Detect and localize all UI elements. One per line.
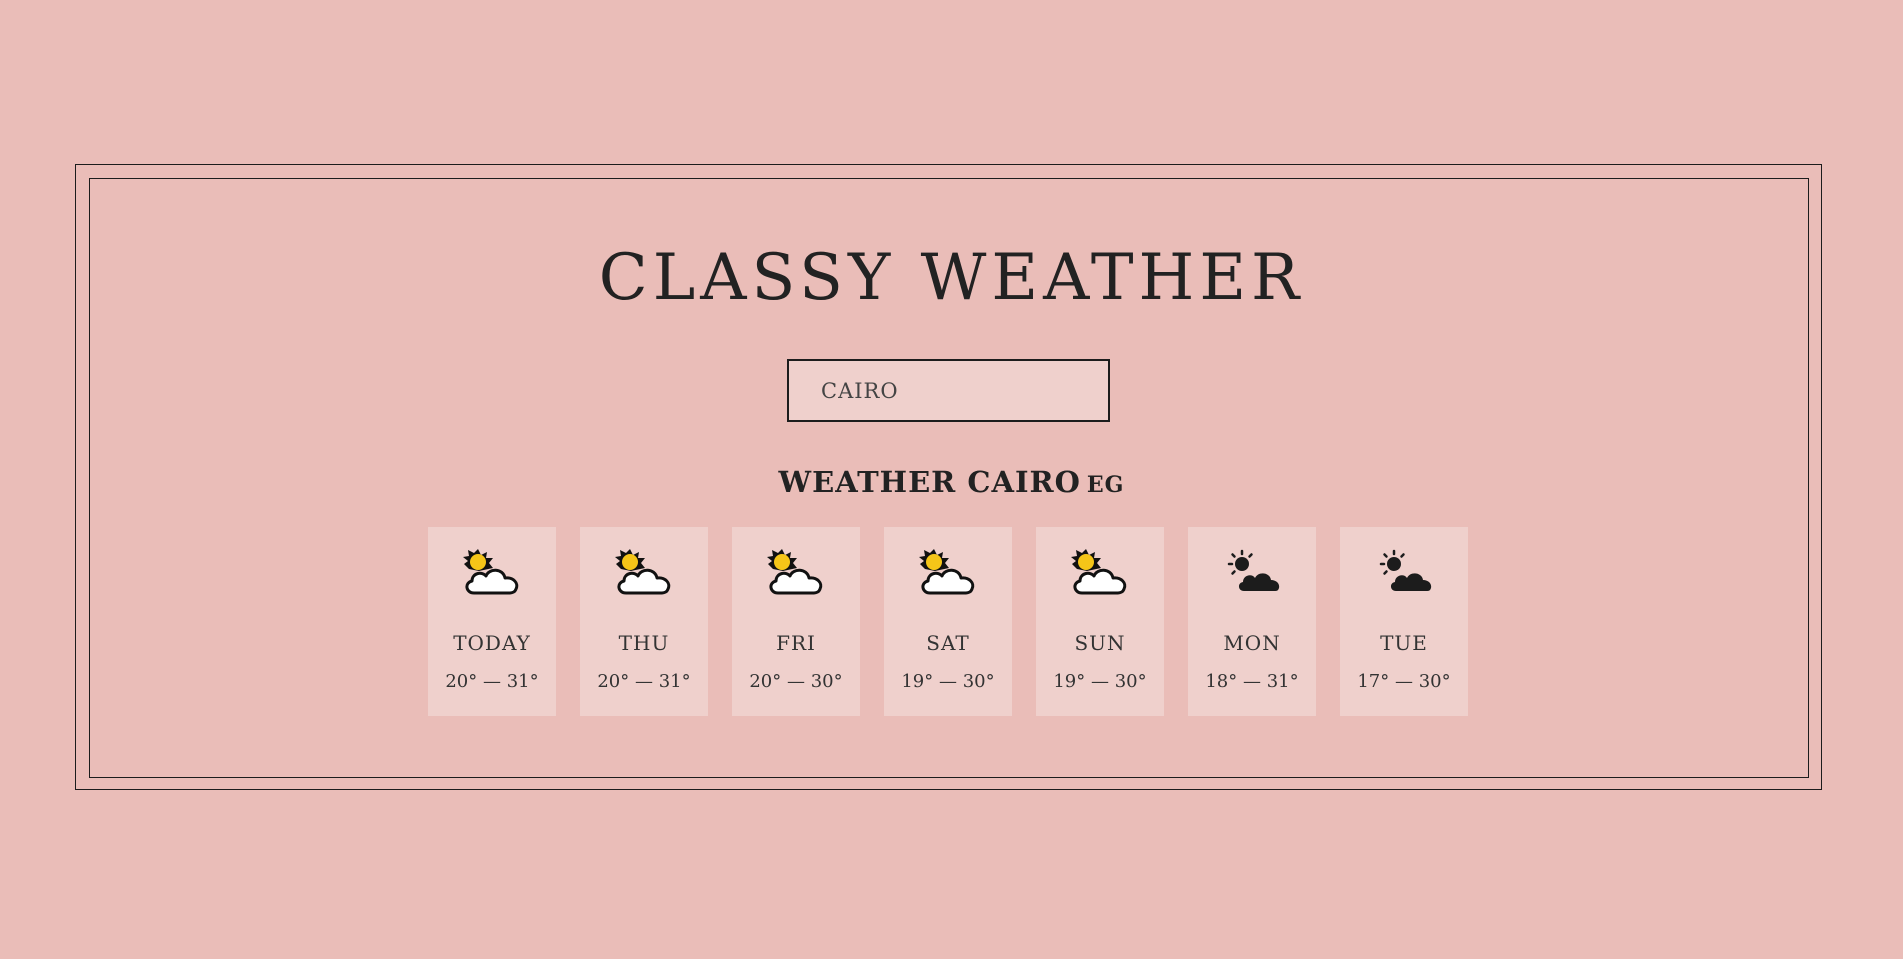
location-title: WEATHER CAIRO [778, 465, 1081, 499]
day-temperature: 20° — 31° [597, 671, 691, 692]
day-temperature: 19° — 30° [901, 671, 995, 692]
day-card: TODAY 20° — 31° [428, 527, 556, 716]
search-box[interactable] [787, 359, 1110, 422]
location-heading: WEATHER CAIRO EG [0, 460, 1903, 507]
day-card: THU 20° — 31° [580, 527, 708, 716]
day-temperature: 19° — 30° [1053, 671, 1147, 692]
day-card: TUE 17° — 30° [1340, 527, 1468, 716]
partly-cloudy-color-icon [919, 549, 975, 595]
day-temperature: 18° — 31° [1205, 671, 1299, 692]
partly-cloudy-color-icon [615, 549, 671, 595]
forecast-list: TODAY 20° — 31° THU 20° — 31° FRI 20° — … [428, 527, 1468, 716]
partly-cloudy-color-icon [463, 549, 519, 595]
country-code: EG [1086, 472, 1125, 498]
day-card: FRI 20° — 30° [732, 527, 860, 716]
sun-behind-cloud-dark-icon [1227, 549, 1280, 591]
day-name: SAT [926, 631, 970, 655]
day-name: SUN [1074, 631, 1126, 655]
sun-behind-cloud-dark-icon [1379, 549, 1432, 591]
day-card: MON 18° — 31° [1188, 527, 1316, 716]
partly-cloudy-color-icon [1071, 549, 1127, 595]
day-temperature: 17° — 30° [1357, 671, 1451, 692]
day-name: MON [1223, 631, 1281, 655]
app-title: CLASSY WEATHER [598, 241, 1305, 315]
day-name: TODAY [453, 631, 531, 655]
day-name: THU [618, 631, 670, 655]
location-search-input[interactable] [789, 361, 1108, 420]
day-card: SAT 19° — 30° [884, 527, 1012, 716]
day-card: SUN 19° — 30° [1036, 527, 1164, 716]
day-temperature: 20° — 30° [749, 671, 843, 692]
day-temperature: 20° — 31° [445, 671, 539, 692]
day-name: FRI [776, 631, 816, 655]
partly-cloudy-color-icon [767, 549, 823, 595]
day-name: TUE [1380, 631, 1428, 655]
